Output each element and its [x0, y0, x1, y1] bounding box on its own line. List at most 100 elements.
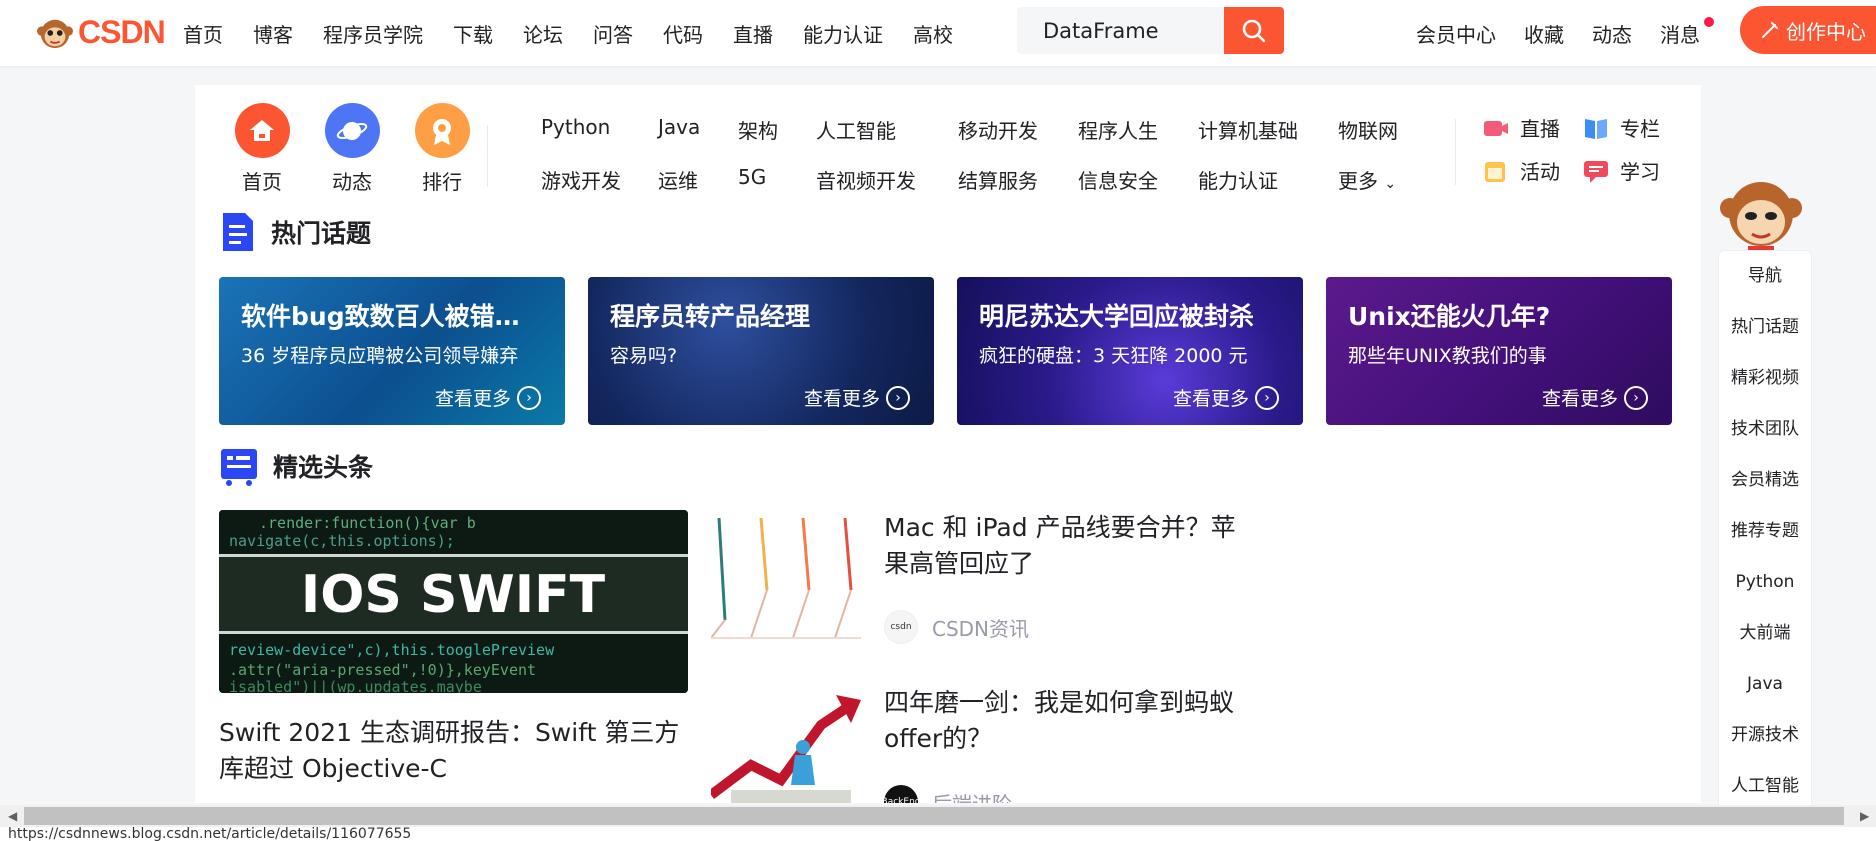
cat-ops[interactable]: 运维 — [658, 165, 698, 194]
scroll-left-icon[interactable]: ◀ — [8, 809, 17, 823]
view-more-link[interactable]: 查看更多 › — [1542, 384, 1648, 411]
cat-settlement[interactable]: 结算服务 — [958, 165, 1038, 194]
svg-text:IOS SWIFT: IOS SWIFT — [301, 565, 606, 625]
arrow-right-icon: › — [1255, 385, 1279, 410]
nav-qa[interactable]: 问答 — [593, 19, 633, 48]
cat-more[interactable]: 更多 ⌄ — [1338, 165, 1396, 194]
topic-card[interactable]: 软件bug致数百人被错误定罪 36 岁程序员应聘被公司领导嫌弃 查看更多 › — [219, 277, 565, 425]
topic-subtitle: 疯狂的硬盘：3 天狂降 2000 元 — [979, 345, 1248, 367]
float-nav-item[interactable]: 精彩视频 — [1719, 353, 1811, 404]
side-link-live-label: 直播 — [1520, 117, 1560, 141]
scroll-right-icon[interactable]: ▶ — [1860, 809, 1869, 823]
nav-home[interactable]: 首页 — [183, 19, 223, 48]
cat-iot[interactable]: 物联网 — [1338, 115, 1398, 144]
monkey-mascot-icon — [37, 19, 73, 48]
view-more-label: 查看更多 — [1172, 388, 1249, 410]
csdn-logo[interactable]: CSDN — [36, 14, 166, 51]
headlines-title: 精选头条 — [273, 453, 374, 482]
svg-text:.render:function(){var b: .render:function(){var b — [259, 514, 476, 532]
news-title[interactable]: 四年磨一剑：我是如何拿到蚂蚁offer的？ — [884, 685, 1244, 757]
nav-code[interactable]: 代码 — [663, 19, 703, 48]
search-bar — [1017, 7, 1284, 54]
float-nav-item[interactable]: 会员精选 — [1719, 455, 1811, 506]
logo-text: CSDN — [78, 14, 166, 50]
nav-university[interactable]: 高校 — [913, 19, 953, 48]
calendar-icon — [1485, 161, 1505, 182]
view-more-label: 查看更多 — [803, 388, 880, 410]
cat-av-dev[interactable]: 音视频开发 — [816, 165, 916, 194]
nav-messages[interactable]: 消息 — [1660, 16, 1714, 48]
news-item[interactable]: 四年磨一剑：我是如何拿到蚂蚁offer的？ BackEnd 后端进阶 — [711, 685, 1311, 803]
cat-java[interactable]: Java — [658, 115, 700, 139]
svg-text:navigate(c,this.options);: navigate(c,this.options); — [229, 532, 455, 550]
float-nav-item[interactable]: 热门话题 — [1719, 302, 1811, 353]
headlines-heading: 精选头条 — [219, 445, 373, 487]
author-avatar: BackEnd — [882, 785, 920, 803]
float-nav-item[interactable]: 开源技术 — [1719, 710, 1811, 761]
nav-live[interactable]: 直播 — [733, 19, 773, 48]
view-more-link[interactable]: 查看更多 › — [804, 384, 910, 411]
horizontal-scrollbar[interactable]: ◀ ▶ — [0, 805, 1876, 827]
cat-more-label: 更多 — [1338, 169, 1378, 193]
arrow-right-icon: › — [886, 385, 910, 410]
float-nav-item[interactable]: 大前端 — [1719, 608, 1811, 659]
divider — [487, 125, 488, 187]
status-bar-url: https://csdnnews.blog.csdn.net/article/d… — [0, 827, 1876, 841]
news-item[interactable]: Mac 和 iPad 产品线要合并？苹果高管回应了 csdn CSDN资讯 — [711, 510, 1311, 670]
monkey-mascot-icon — [1720, 182, 1802, 254]
search-icon — [1242, 19, 1266, 42]
swift-code-image: .render:function(){var b navigate(c,this… — [219, 510, 688, 693]
cat-programmer-life[interactable]: 程序人生 — [1078, 115, 1158, 144]
news-author[interactable]: BackEnd 后端进阶 — [882, 785, 1012, 803]
topic-card[interactable]: 程序员转产品经理 容易吗? 查看更多 › — [588, 277, 934, 425]
scrollbar-thumb[interactable] — [24, 807, 1844, 825]
quick-ranking[interactable]: 排行 — [397, 103, 487, 195]
nav-blog[interactable]: 博客 — [253, 19, 293, 48]
float-nav-item[interactable]: 技术团队 — [1719, 404, 1811, 455]
float-nav-item[interactable]: Java — [1719, 659, 1811, 710]
cat-architecture[interactable]: 架构 — [738, 115, 778, 144]
nav-download[interactable]: 下载 — [453, 19, 493, 48]
create-center-button[interactable]: 创作中心 — [1740, 6, 1876, 54]
view-more-link[interactable]: 查看更多 › — [435, 384, 541, 411]
cat-security[interactable]: 信息安全 — [1078, 165, 1158, 194]
topic-card[interactable]: 明尼苏达大学回应被封杀 疯狂的硬盘：3 天狂降 2000 元 查看更多 › — [957, 277, 1303, 425]
user-nav: 会员中心 收藏 动态 消息 — [1416, 0, 1728, 66]
nav-favorites[interactable]: 收藏 — [1524, 19, 1564, 48]
float-nav-item[interactable]: 导航 — [1719, 251, 1811, 302]
cat-mobile[interactable]: 移动开发 — [958, 115, 1038, 144]
float-nav-item[interactable]: 推荐专题 — [1719, 506, 1811, 557]
category-row: Python Java 架构 人工智能 移动开发 程序人生 计算机基础 物联网 — [541, 103, 1421, 153]
quick-home[interactable]: 首页 — [217, 103, 307, 195]
view-more-link[interactable]: 查看更多 › — [1173, 384, 1279, 411]
home-icon — [234, 103, 290, 158]
unread-dot — [1704, 16, 1714, 27]
search-input[interactable] — [1017, 7, 1224, 54]
nav-certification[interactable]: 能力认证 — [803, 19, 883, 48]
cat-certification[interactable]: 能力认证 — [1198, 165, 1278, 194]
headline-title[interactable]: Swift 2021 生态调研报告：Swift 第三方库超过 Objective… — [219, 715, 689, 787]
nav-activity[interactable]: 动态 — [1592, 19, 1632, 48]
side-link-learning[interactable]: 学习 — [1582, 156, 1660, 185]
float-nav-item[interactable]: Python — [1719, 557, 1811, 608]
arrow-right-icon: › — [517, 385, 541, 410]
cat-cs-basics[interactable]: 计算机基础 — [1198, 115, 1298, 144]
news-author[interactable]: csdn CSDN资讯 — [884, 610, 1029, 644]
side-link-live[interactable]: 直播 — [1482, 113, 1560, 142]
cat-python[interactable]: Python — [541, 115, 610, 139]
side-link-column[interactable]: 专栏 — [1582, 113, 1660, 142]
news-title[interactable]: Mac 和 iPad 产品线要合并？苹果高管回应了 — [884, 510, 1244, 582]
category-links: Python Java 架构 人工智能 移动开发 程序人生 计算机基础 物联网 … — [541, 103, 1421, 203]
search-button[interactable] — [1224, 7, 1284, 54]
nav-vip-center[interactable]: 会员中心 — [1416, 19, 1496, 48]
headline-image[interactable]: .render:function(){var b navigate(c,this… — [219, 510, 688, 693]
nav-forum[interactable]: 论坛 — [523, 19, 563, 48]
nav-academy[interactable]: 程序员学院 — [323, 19, 423, 48]
quick-activity[interactable]: 动态 — [307, 103, 397, 195]
side-link-events[interactable]: 活动 — [1482, 156, 1560, 185]
cat-ai[interactable]: 人工智能 — [816, 115, 896, 144]
topic-card[interactable]: Unix还能火几年? 那些年UNIX教我们的事 查看更多 › — [1326, 277, 1672, 425]
top-navbar: CSDN 首页 博客 程序员学院 下载 论坛 问答 代码 直播 能力认证 高校 … — [0, 0, 1876, 66]
cat-5g[interactable]: 5G — [738, 165, 766, 189]
cat-game-dev[interactable]: 游戏开发 — [541, 165, 621, 194]
